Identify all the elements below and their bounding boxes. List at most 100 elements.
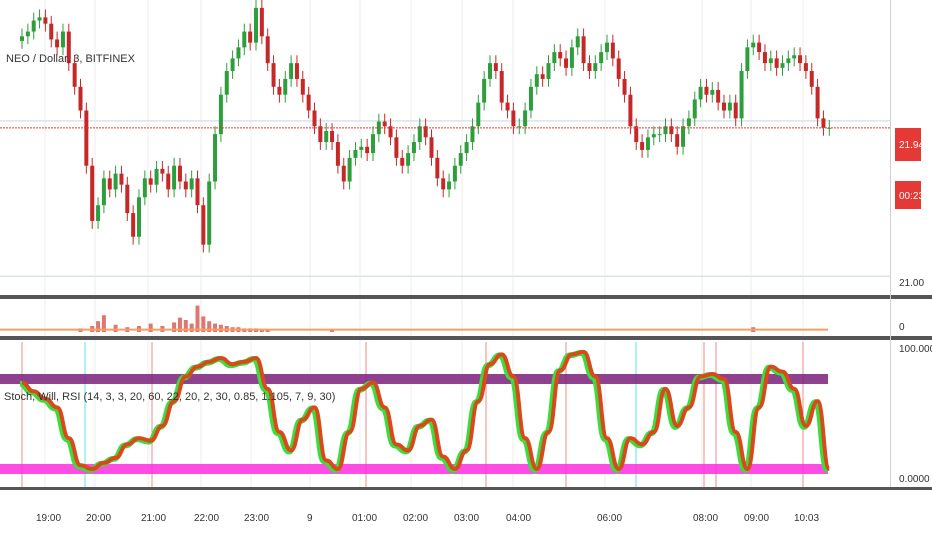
candle-body (148, 178, 153, 185)
time-tick: 03:00 (454, 513, 479, 524)
candle-body (452, 165, 457, 182)
oscillator-lines (19, 349, 832, 473)
volume-bars (78, 305, 756, 332)
candle-body (575, 36, 580, 48)
candle-body (745, 47, 750, 72)
candle-body (72, 63, 77, 87)
candle-body (809, 71, 814, 87)
candle-body (599, 52, 604, 64)
candle-body (657, 134, 662, 136)
candle-body (786, 58, 791, 64)
lower-band (0, 463, 828, 474)
candle-body (540, 74, 545, 79)
candle-body (441, 178, 446, 190)
candle-body (31, 20, 36, 32)
candle-body (675, 134, 680, 147)
candle-body (774, 58, 779, 68)
candle-body (534, 74, 539, 87)
osc-y-tick-0: 0.0000 (899, 474, 930, 485)
candle-body (798, 55, 803, 64)
candle-body (25, 31, 30, 37)
candle-body (488, 63, 492, 79)
time-tick: 20:00 (86, 513, 111, 524)
candle-body (160, 168, 165, 174)
candle-body (254, 7, 258, 43)
candle-body (248, 31, 253, 43)
candle-body (300, 78, 305, 95)
candle-body (722, 102, 726, 111)
candle-body (283, 78, 288, 95)
time-tick: 08:00 (693, 513, 718, 524)
candle-body (154, 168, 159, 185)
candle-body (183, 181, 188, 190)
candle-body (622, 78, 627, 95)
y-axis-border (890, 0, 891, 487)
candle-body (546, 63, 551, 79)
fast-line (19, 349, 831, 473)
candle-body (464, 142, 469, 154)
candle-body (628, 94, 633, 127)
countdown-value: 00:23 (899, 191, 924, 202)
candle-body (587, 63, 592, 72)
candle-body (60, 31, 65, 48)
candle-body (78, 86, 83, 111)
time-tick: 23:00 (244, 513, 269, 524)
candle-body (640, 142, 645, 150)
oscillator-pane: Stoch, Will, RSI (14, 3, 3, 20, 60, 22, … (0, 342, 932, 487)
candle-body (435, 157, 440, 179)
candle-body (259, 7, 264, 37)
candle-body (686, 118, 691, 127)
candle-body (55, 39, 60, 48)
candle-body (716, 89, 721, 103)
pane-divider-2 (0, 336, 932, 340)
time-tick: 04:00 (506, 513, 531, 524)
candle-body (318, 126, 323, 143)
candle-body (447, 181, 452, 190)
candle-body (382, 121, 387, 127)
slow-line (21, 349, 832, 471)
candle-body (651, 134, 656, 138)
candle-body (294, 63, 299, 79)
candle-body (517, 126, 522, 128)
candle-body (458, 153, 463, 166)
candle-body (710, 89, 715, 95)
candle-body (429, 137, 434, 158)
candle-body (330, 131, 335, 143)
time-tick: 06:00 (597, 513, 622, 524)
candle-body (616, 58, 621, 79)
support-line (0, 120, 890, 277)
candle-body (131, 213, 136, 237)
candle-body (177, 165, 182, 182)
candle-body (470, 126, 475, 143)
candle-body (125, 184, 130, 214)
candle-body (610, 42, 615, 59)
candle-body (780, 63, 785, 68)
time-tick: 01:00 (352, 513, 377, 524)
time-tick: 10:03 (794, 513, 819, 524)
candle-body (528, 86, 533, 111)
candle-body (347, 157, 352, 182)
candle-body (417, 126, 422, 143)
candle-body (371, 134, 375, 154)
osc-y-tick-100: 100.0000 (899, 344, 932, 355)
volume-bar (218, 324, 223, 332)
candle-body (142, 178, 147, 198)
time-tick: 02:00 (403, 513, 428, 524)
candle-body (815, 86, 820, 119)
volume-y-tick: 0 (899, 322, 905, 333)
candle-body (306, 94, 311, 111)
candle-body (821, 118, 826, 128)
candle-body (727, 102, 732, 111)
last-price-value: 21.94 (899, 140, 924, 151)
candle-body (733, 102, 738, 119)
candle-body (289, 63, 294, 79)
candle-body (645, 137, 650, 150)
volume-bar (189, 323, 194, 332)
candle-body (751, 42, 756, 48)
candle-body (552, 52, 557, 64)
candle-body (476, 102, 481, 127)
candle-body (341, 165, 346, 182)
candle-body (768, 58, 773, 64)
candle-body (230, 58, 235, 72)
candle-body (681, 126, 686, 147)
